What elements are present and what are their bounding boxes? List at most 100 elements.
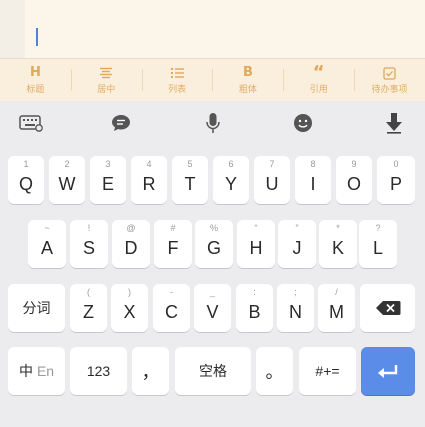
key-label: #+= (315, 363, 340, 379)
key-o[interactable]: 9O (336, 156, 372, 204)
key-b[interactable]: :B (236, 284, 273, 332)
enter-key[interactable] (361, 347, 415, 395)
key-label: 分词 (22, 300, 51, 316)
key-label: A (40, 237, 53, 258)
key-label: U (265, 173, 279, 194)
key-r[interactable]: 4R (131, 156, 167, 204)
key-h[interactable]: “H (237, 220, 275, 268)
format-quote-button[interactable]: “ 引用 (283, 59, 354, 101)
format-label: 待办事项 (371, 85, 408, 95)
microphone-icon[interactable] (200, 110, 226, 136)
key-hint: 6 (228, 159, 234, 169)
soft-keyboard: 1Q 2W 3E 4R 5T 6Y 7U 8I 9O 0P ~ A ! S @ D #… (0, 101, 425, 427)
key-m[interactable]: / M (318, 284, 355, 332)
key-label: N (289, 301, 302, 322)
key-v[interactable]: _ V (194, 284, 231, 332)
key-w[interactable]: 2W (49, 156, 85, 204)
keyboard-settings-icon[interactable] (18, 110, 44, 136)
key-e[interactable]: 3E (90, 156, 126, 204)
key-label: S (82, 237, 95, 258)
key-q[interactable]: 1Q (8, 156, 44, 204)
hide-keyboard-icon[interactable] (381, 110, 407, 136)
key-label: K (331, 237, 344, 258)
key-label: W (58, 173, 76, 194)
key-f[interactable]: # F (154, 220, 192, 268)
format-toolbar: H 标题 居中 列表 B 粗体 “ 引用 待办事项 (0, 58, 425, 102)
key-c[interactable]: -C (153, 284, 190, 332)
key-hint: 7 (269, 159, 275, 169)
word-segment-key[interactable]: 分词 (8, 284, 65, 332)
key-hint: ~ (44, 223, 50, 233)
key-hint: 2 (64, 159, 70, 169)
key-label: ， (141, 362, 160, 382)
key-label: H (249, 237, 263, 258)
editor-gutter (0, 0, 25, 58)
keyboard-toolbar (0, 101, 425, 145)
key-x[interactable]: ) X (111, 284, 148, 332)
key-hint: ? (375, 223, 381, 233)
symbols-key[interactable]: #+= (299, 347, 356, 395)
key-hint: @ (126, 223, 136, 233)
backspace-icon (375, 300, 401, 316)
key-hint: 9 (351, 159, 357, 169)
backspace-key[interactable] (360, 284, 415, 332)
text-cursor (36, 28, 38, 46)
list-icon (170, 65, 185, 81)
key-label: Q (18, 173, 33, 194)
lang-english-label: En (36, 363, 55, 379)
key-i[interactable]: 8I (295, 156, 331, 204)
key-s[interactable]: ! S (70, 220, 108, 268)
key-t[interactable]: 5T (172, 156, 208, 204)
key-hint: 5 (187, 159, 193, 169)
return-icon (376, 363, 400, 379)
key-label: R (142, 173, 156, 194)
key-a[interactable]: ~ A (28, 220, 66, 268)
key-hint: _ (209, 287, 215, 297)
key-hint: - (170, 287, 173, 297)
key-hint: ) (128, 287, 131, 297)
key-label: 123 (86, 363, 111, 379)
comma-key[interactable]: ， (132, 347, 169, 395)
key-d[interactable]: @ D (112, 220, 150, 268)
key-label: M (329, 301, 344, 322)
key-k[interactable]: * K (319, 220, 357, 268)
note-editor[interactable] (0, 0, 425, 58)
period-key[interactable]: 。 (256, 347, 293, 395)
format-label: 粗体 (238, 85, 257, 95)
heading-icon: H (29, 65, 41, 80)
key-l[interactable]: ? L (359, 220, 397, 268)
format-heading-button[interactable]: H 标题 (0, 59, 71, 101)
key-p[interactable]: 0P (377, 156, 415, 204)
key-g[interactable]: % G (195, 220, 233, 268)
format-todo-button[interactable]: 待办事项 (354, 59, 425, 101)
key-label: J (292, 237, 302, 258)
key-label: B (248, 301, 261, 322)
key-n[interactable]: ; N (277, 284, 314, 332)
format-bold-button[interactable]: B 粗体 (212, 59, 283, 101)
chat-bubble-icon[interactable] (108, 110, 134, 136)
emoji-icon[interactable] (290, 110, 316, 136)
language-switch-key[interactable]: 中 En (8, 347, 65, 395)
key-j[interactable]: ” J (278, 220, 316, 268)
key-z[interactable]: (Z (70, 284, 107, 332)
key-label: 空格 (199, 363, 227, 379)
key-y[interactable]: 6Y (213, 156, 249, 204)
numbers-key[interactable]: 123 (70, 347, 127, 395)
key-label: E (101, 173, 114, 194)
key-hint: ; (294, 287, 297, 297)
key-label: O (346, 173, 361, 194)
format-center-button[interactable]: 居中 (70, 59, 142, 101)
format-label: 居中 (97, 85, 116, 95)
key-label: D (124, 237, 138, 258)
checkbox-icon (383, 65, 396, 81)
key-u[interactable]: 7U (254, 156, 290, 204)
space-key[interactable]: 空格 (175, 347, 251, 395)
key-hint: / (335, 287, 338, 297)
key-hint: 8 (310, 159, 316, 169)
key-hint: % (209, 223, 218, 233)
key-hint: * (336, 223, 340, 233)
key-label: G (206, 237, 221, 258)
format-list-button[interactable]: 列表 (141, 59, 213, 101)
key-hint: # (170, 223, 176, 233)
key-hint: ” (295, 223, 299, 233)
